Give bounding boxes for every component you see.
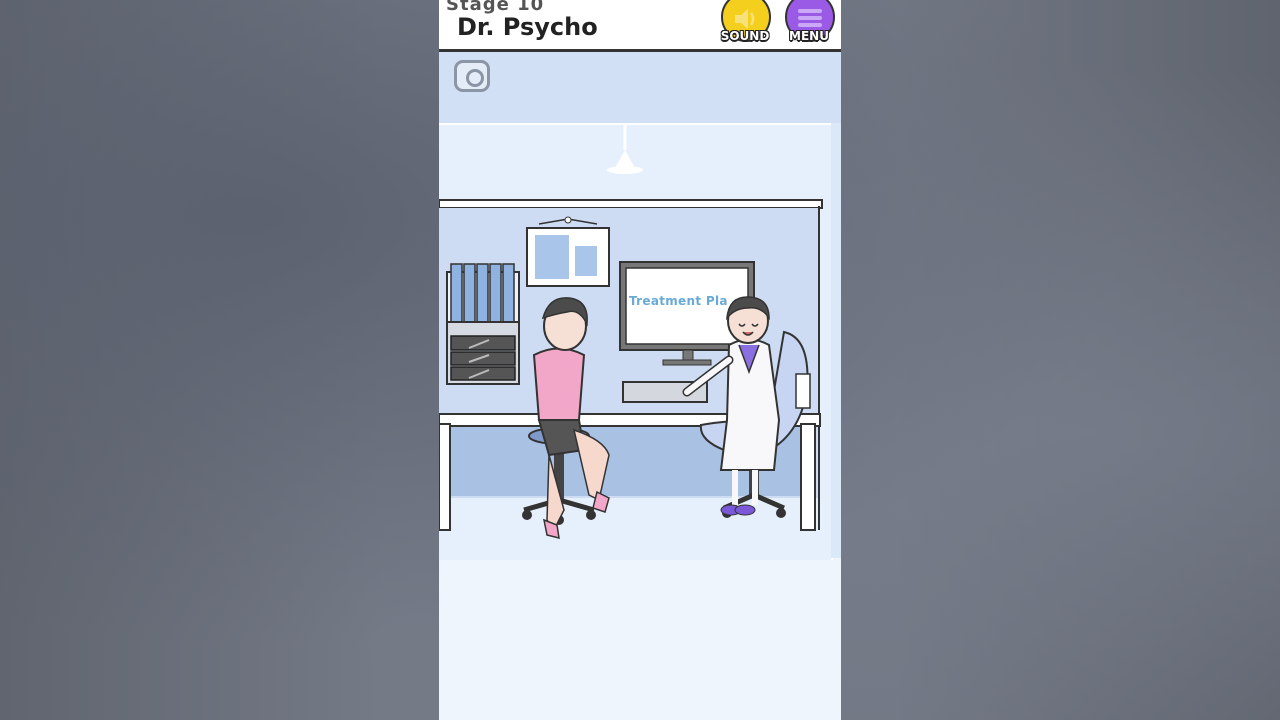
menu-label: MENU: [789, 29, 829, 43]
camera-icon[interactable]: [454, 60, 490, 92]
menu-button[interactable]: MENU: [783, 0, 835, 46]
ceiling-lamp[interactable]: [607, 124, 643, 174]
sound-label: SOUND: [720, 29, 770, 43]
wall-shelf: [439, 199, 823, 209]
clinic-scene: [439, 124, 823, 540]
drawer-cabinet[interactable]: [446, 321, 520, 385]
binders[interactable]: [446, 263, 520, 328]
level-title: Dr. Psycho: [457, 13, 598, 41]
monitor-screen-text: Treatment Pla: [629, 294, 728, 308]
sound-button[interactable]: SOUND: [719, 0, 771, 46]
game-screen: Treatment Pla Stage 10 Dr. Psycho SOUND: [439, 0, 841, 720]
top-bar: Stage 10 Dr. Psycho SOUND MENU: [439, 0, 841, 52]
notice-board[interactable]: [526, 216, 610, 287]
